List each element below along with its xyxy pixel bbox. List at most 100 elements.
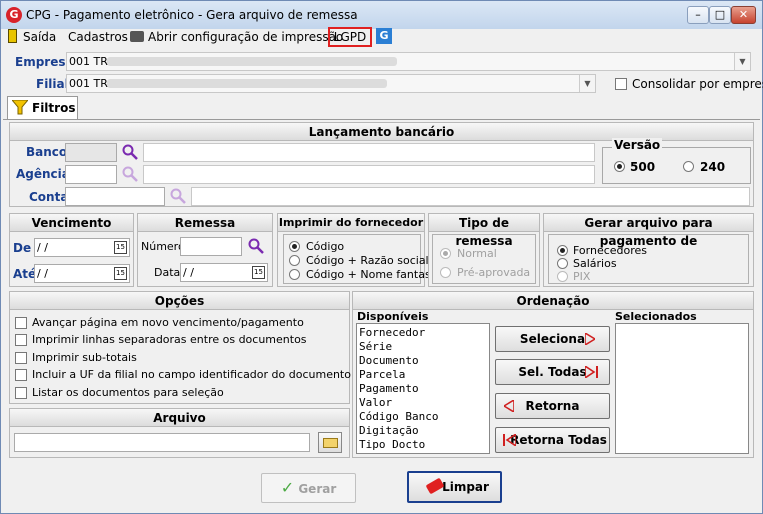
opcao-label-2: Imprimir linhas separadoras entre os doc… (32, 333, 307, 346)
seleciona-button[interactable]: Seleciona (495, 326, 610, 352)
agencia-label: Agência (16, 167, 70, 181)
imprimir-codigo-radio[interactable] (289, 241, 300, 252)
title-bar: G CPG - Pagamento eletrônico - Gera arqu… (1, 1, 762, 29)
salarios-radio[interactable] (557, 258, 568, 269)
remessa-numero-input[interactable] (180, 237, 242, 256)
list-item[interactable]: Documento (359, 354, 489, 368)
selecionados-label: Selecionados (615, 310, 697, 323)
gerar-button[interactable]: ✓ Gerar (261, 473, 356, 503)
conta-input[interactable] (65, 187, 165, 206)
imprimir-codigo-label: Código (306, 240, 345, 253)
magnifier-icon[interactable] (248, 238, 264, 254)
opcao-checkbox-3[interactable] (15, 352, 27, 364)
menu-cadastros[interactable]: Cadastros (68, 29, 128, 45)
opcao-checkbox-2[interactable] (15, 334, 27, 346)
imprimir-fantasia-radio[interactable] (289, 269, 300, 280)
remessa-data-input[interactable]: / / 15 (180, 263, 268, 282)
imprimir-razao-label: Código + Razão social (306, 254, 429, 267)
magnifier-icon[interactable] (122, 144, 138, 160)
tipo-title: Tipo de remessa (429, 214, 539, 248)
opcao-checkbox-5[interactable] (15, 387, 27, 399)
opcao-checkbox-4[interactable] (15, 369, 27, 381)
agencia-descricao (143, 165, 595, 184)
printer-icon (130, 31, 144, 42)
list-item[interactable]: Digitação (359, 424, 489, 438)
retorna-todas-button[interactable]: Retorna Todas (495, 427, 610, 453)
versao-500-radio[interactable] (614, 161, 625, 172)
limpar-button[interactable]: Limpar (407, 471, 502, 503)
versao-240-radio[interactable] (683, 161, 694, 172)
window-title: CPG - Pagamento eletrônico - Gera arquiv… (26, 8, 358, 22)
imprimir-title: Imprimir do fornecedor (278, 214, 424, 232)
check-icon: ✓ (280, 478, 295, 497)
list-item[interactable]: Código Banco (359, 410, 489, 424)
numero-label: Número (141, 240, 185, 253)
pix-label: PIX (573, 270, 591, 283)
google-icon[interactable]: G (376, 28, 392, 44)
app-icon: G (6, 7, 22, 23)
vencimento-title: Vencimento (10, 214, 133, 232)
folder-button[interactable] (318, 432, 342, 453)
pix-radio[interactable] (557, 271, 568, 282)
arquivo-input[interactable] (14, 433, 310, 452)
ate-value: / / (37, 267, 48, 280)
maximize-button[interactable]: □ (709, 6, 731, 24)
menu-bar: Saída Cadastros Abrir configuração de im… (2, 27, 762, 49)
calendar-icon[interactable]: 15 (252, 266, 265, 279)
magnifier-icon[interactable] (170, 188, 186, 204)
close-button[interactable]: ✕ (731, 6, 756, 24)
imprimir-razao-radio[interactable] (289, 255, 300, 266)
opcoes-title: Opções (10, 292, 349, 310)
vencimento-ate-input[interactable]: / / 15 (34, 264, 130, 283)
imprimir-fantasia-label: Código + Nome fantasia (306, 268, 441, 281)
selecionados-list[interactable] (615, 323, 749, 454)
magnifier-icon[interactable] (122, 166, 138, 182)
list-item[interactable]: Fornecedor (359, 326, 489, 340)
retorna-button[interactable]: Retorna (495, 393, 610, 419)
vencimento-de-input[interactable]: / / 15 (34, 238, 130, 257)
main-window: G CPG - Pagamento eletrônico - Gera arqu… (0, 0, 763, 514)
banco-input[interactable] (65, 143, 117, 162)
disponiveis-list[interactable]: Fornecedor Série Documento Parcela Pagam… (356, 323, 490, 454)
empresa-redacted (107, 57, 397, 66)
minimize-button[interactable]: – (687, 6, 709, 24)
opcao-label-1: Avançar página em novo vencimento/pagame… (32, 316, 304, 329)
arrow-right-end-icon (585, 366, 598, 378)
disponiveis-label: Disponíveis (357, 310, 429, 323)
data-value: / / (183, 266, 194, 279)
ate-label: Até (13, 267, 37, 281)
salarios-label: Salários (573, 257, 617, 270)
versao-title: Versão (612, 138, 663, 152)
sel-todas-button[interactable]: Sel. Todas (495, 359, 610, 385)
opcao-checkbox-1[interactable] (15, 317, 27, 329)
list-item[interactable]: Tipo Docto (359, 438, 489, 452)
fornecedores-radio[interactable] (557, 245, 568, 256)
menu-lgpd[interactable]: LGPD (328, 27, 372, 47)
arrow-left-icon (504, 400, 514, 412)
calendar-icon[interactable]: 15 (114, 267, 127, 280)
opcao-label-3: Imprimir sub-totais (32, 351, 137, 364)
tipo-normal-radio[interactable] (440, 248, 451, 259)
tipo-preaprovada-radio[interactable] (440, 267, 451, 278)
data-label: Data (154, 266, 181, 279)
list-item[interactable]: Série (359, 340, 489, 354)
list-item[interactable]: Parcela (359, 368, 489, 382)
filial-select[interactable]: 001 TR ▼ (66, 74, 596, 93)
empresa-select[interactable]: 001 TR ▼ (66, 52, 751, 71)
tipo-normal-label: Normal (457, 247, 497, 260)
list-item[interactable]: Pagamento (359, 382, 489, 396)
arrow-left-end-icon (503, 434, 516, 446)
list-item[interactable]: Valor (359, 396, 489, 410)
arquivo-title: Arquivo (10, 409, 349, 427)
conta-descricao (191, 187, 750, 206)
consolidar-checkbox[interactable] (615, 78, 627, 90)
menu-abrir-config-impressao[interactable]: Abrir configuração de impressão (148, 29, 343, 45)
remessa-title: Remessa (138, 214, 272, 232)
arrow-right-icon (585, 333, 595, 345)
conta-label: Conta (29, 190, 69, 204)
menu-saida[interactable]: Saída (23, 29, 56, 45)
calendar-icon[interactable]: 15 (114, 241, 127, 254)
tab-filtros[interactable]: Filtros (7, 96, 78, 119)
filter-funnel-icon (12, 100, 28, 115)
agencia-input[interactable] (65, 165, 117, 184)
